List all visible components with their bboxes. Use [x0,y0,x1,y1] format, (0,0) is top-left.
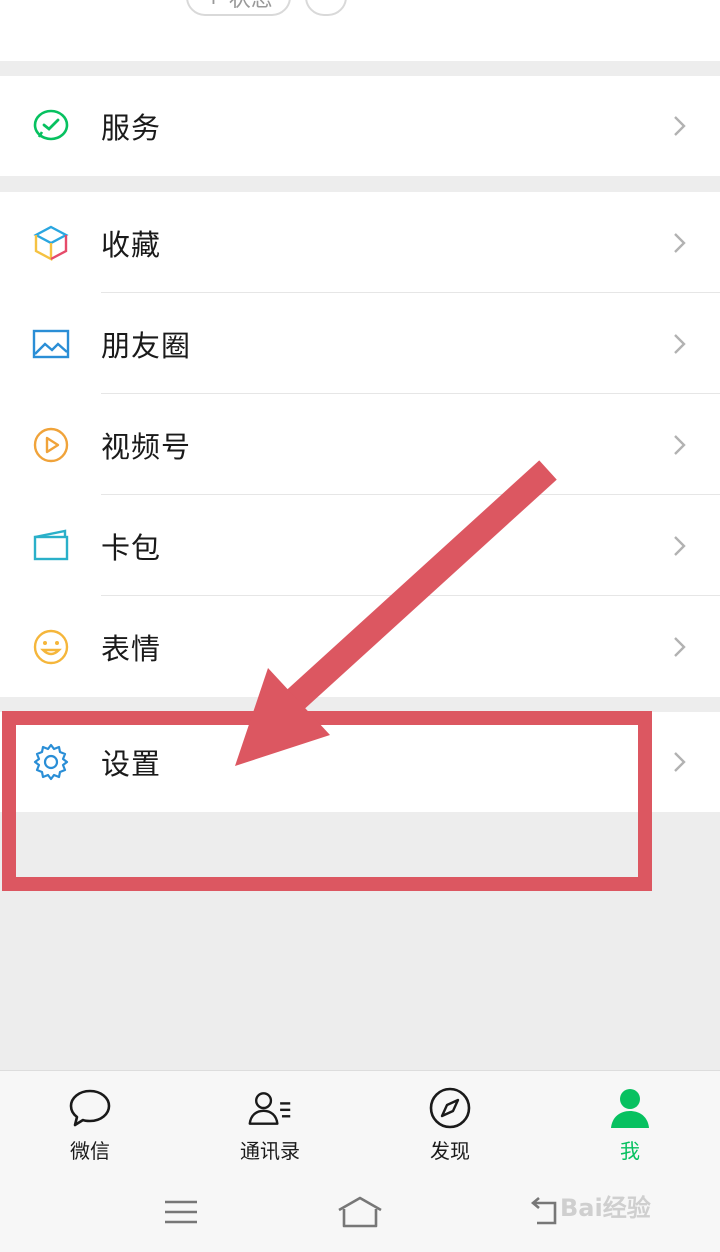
home-nav-button[interactable] [335,1190,385,1234]
menu-item-stickers[interactable]: 表情 [0,596,720,697]
tab-label: 通讯录 [240,1139,300,1163]
tab-label: 我 [620,1139,640,1163]
favorites-cube-icon [31,223,71,263]
tab-me[interactable]: 我 [570,1085,690,1164]
baidu-watermark: Bai经验 [560,1194,651,1222]
profile-card: + 状态 [0,0,720,61]
menu-item-moments[interactable]: 朋友圈 [0,293,720,394]
contacts-icon [247,1085,293,1131]
compass-icon [427,1085,473,1131]
menu-item-card-wallet[interactable]: 卡包 [0,495,720,596]
tab-contacts[interactable]: 通讯录 [210,1085,330,1164]
main-menu-group: 收藏 朋友圈 视频号 卡包 表情 [0,192,720,697]
chevron-right-icon [674,535,686,556]
chevron-right-icon [674,434,686,455]
menu-item-favorites[interactable]: 收藏 [0,192,720,293]
back-icon [530,1197,557,1225]
service-icon [31,106,71,146]
tab-discover[interactable]: 发现 [390,1085,510,1164]
menu-item-channels[interactable]: 视频号 [0,394,720,495]
card-wallet-icon [31,526,71,566]
moments-image-icon [31,324,71,364]
menu-item-settings[interactable]: 设置 [0,712,720,812]
tab-label: 发现 [430,1139,470,1163]
status-label: 状态 [229,0,273,13]
menu-item-service[interactable]: 服务 [0,76,720,176]
menu-item-label: 设置 [101,747,162,781]
person-icon [607,1085,653,1131]
menu-lines-icon [165,1200,197,1224]
chevron-right-icon [674,752,686,772]
home-icon [338,1196,382,1228]
chevron-right-icon [674,333,686,354]
menu-item-label: 收藏 [101,227,162,262]
tab-bar: 微信 通讯录 发现 我 [0,1070,720,1170]
service-group: 服务 [0,76,720,176]
menu-item-label: 卡包 [101,530,162,565]
tab-label: 微信 [70,1139,110,1163]
chevron-right-icon [674,232,686,253]
plus-icon: + [204,0,222,10]
chat-bubble-icon [67,1085,113,1131]
tab-chats[interactable]: 微信 [30,1085,150,1164]
menu-item-label: 朋友圈 [101,328,192,363]
menu-nav-button[interactable] [156,1190,206,1234]
gear-icon [31,742,71,782]
chevron-right-icon [674,636,686,657]
chevron-right-icon [674,116,686,136]
status-button[interactable]: + 状态 [186,0,291,16]
more-status-button[interactable] [305,0,347,16]
settings-group: 设置 [0,712,720,812]
menu-item-label: 服务 [101,111,162,145]
menu-item-label: 视频号 [101,429,192,464]
channels-play-icon [31,425,71,465]
menu-item-label: 表情 [101,631,162,666]
stickers-smiley-icon [31,627,71,667]
